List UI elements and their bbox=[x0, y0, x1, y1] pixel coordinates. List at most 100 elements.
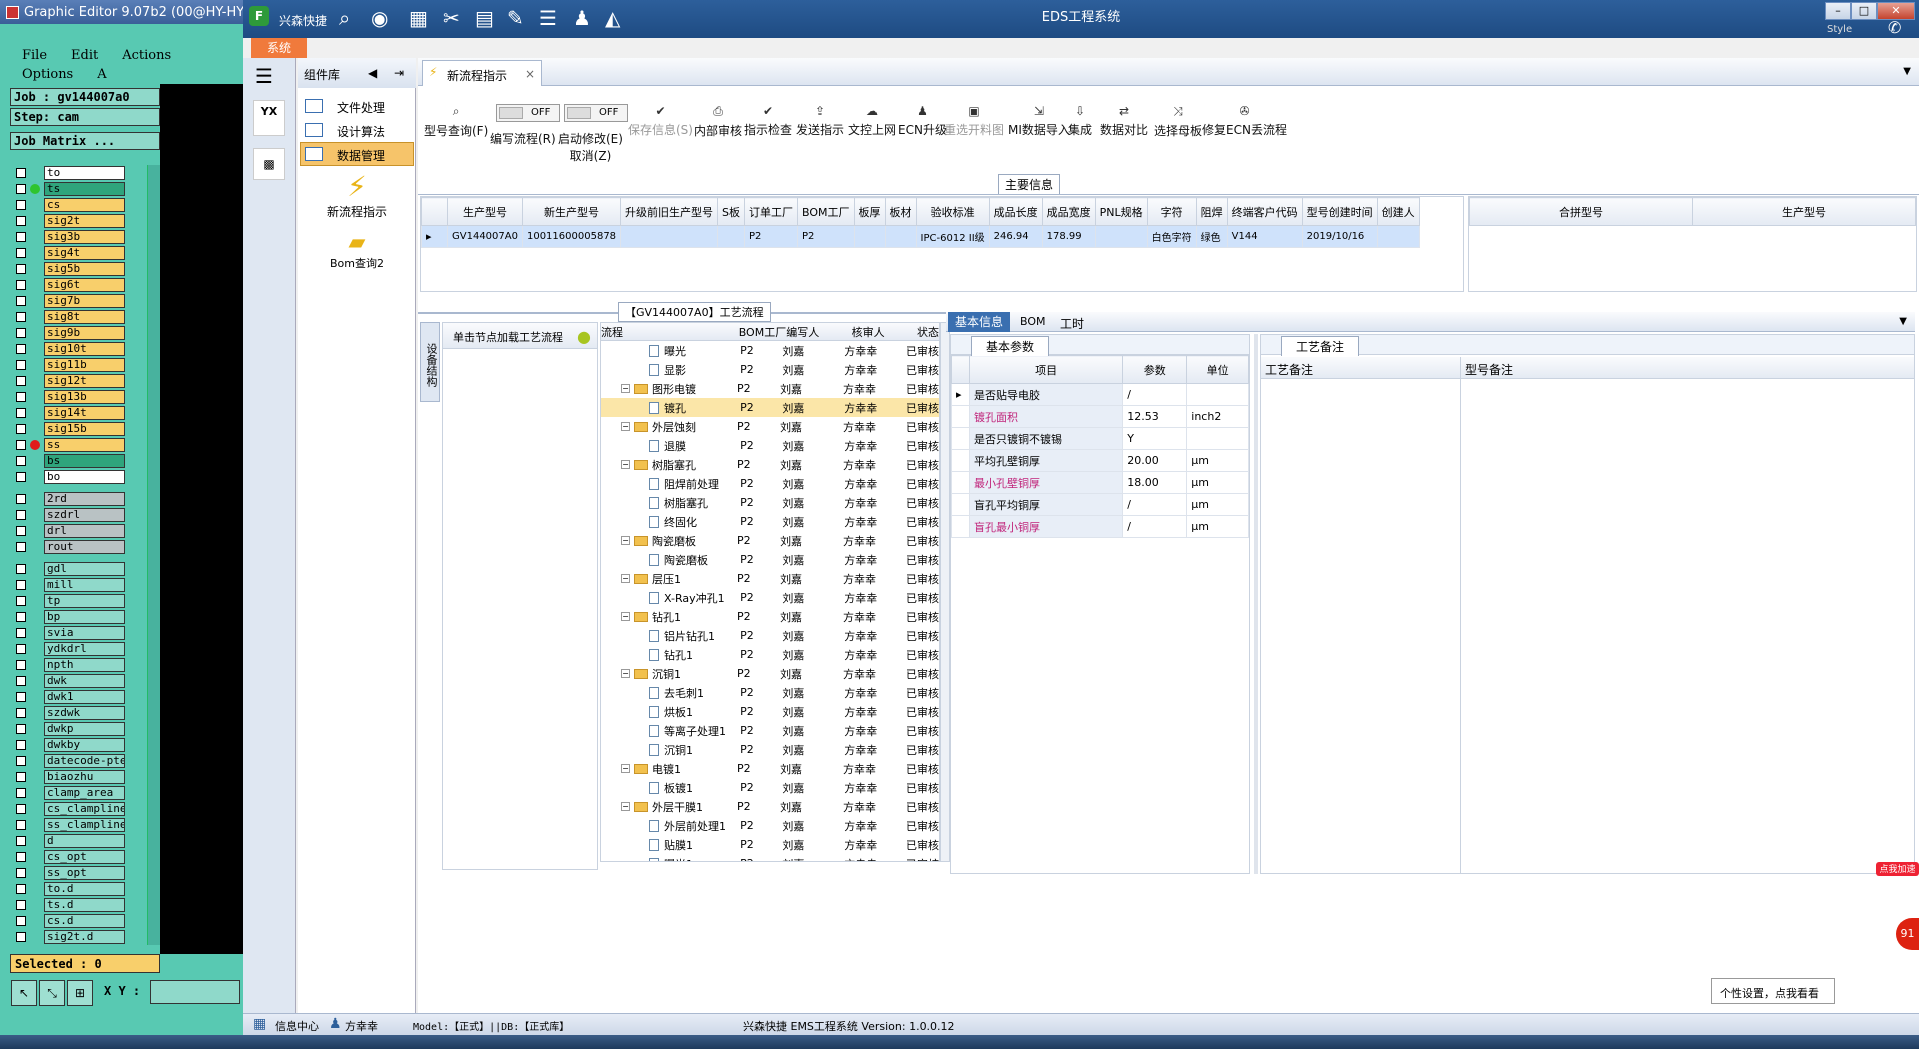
table-row[interactable]: ▸ 是否贴导电胶 / bbox=[951, 383, 1249, 406]
layer-checkbox[interactable] bbox=[16, 756, 26, 766]
expand-toggle-icon[interactable]: − bbox=[621, 574, 630, 583]
measure-tool-icon[interactable]: ⤡ bbox=[39, 980, 65, 1006]
layer-row[interactable]: sig2t.d bbox=[10, 929, 160, 945]
layer-name[interactable]: npth bbox=[44, 658, 125, 672]
layer-checkbox[interactable] bbox=[16, 612, 26, 622]
tree-row[interactable]: 沉铜1 P2 刘嘉 方幸幸 已审核 bbox=[601, 740, 939, 759]
ribbon-button-2[interactable]: 启动修改(E) 取消(Z) bbox=[558, 130, 623, 164]
column-header[interactable]: 项目 bbox=[968, 355, 1124, 384]
layer-row[interactable]: biaozhu bbox=[10, 769, 160, 785]
layer-checkbox[interactable] bbox=[16, 852, 26, 862]
layer-checkbox[interactable] bbox=[16, 440, 26, 450]
table-row[interactable]: 镀孔面积 12.53 inch2 bbox=[951, 405, 1249, 428]
layer-row[interactable]: dwkby bbox=[10, 737, 160, 753]
windows-grid-icon[interactable]: ▦ bbox=[253, 1016, 266, 1032]
layer-checkbox[interactable] bbox=[16, 510, 26, 520]
column-header[interactable]: 成品宽度 bbox=[1041, 197, 1096, 226]
layer-name[interactable]: drl bbox=[44, 524, 125, 538]
layer-checkbox[interactable] bbox=[16, 644, 26, 654]
layer-name[interactable]: sig12t bbox=[44, 374, 125, 388]
layer-row[interactable]: npth bbox=[10, 657, 160, 673]
menu-edit[interactable]: Edit bbox=[71, 48, 98, 63]
layer-checkbox[interactable] bbox=[16, 200, 26, 210]
tree-row[interactable]: − 图形电镀 P2 刘嘉 方幸幸 已审核 bbox=[601, 379, 939, 398]
layer-name[interactable]: gdl bbox=[44, 562, 125, 576]
param-value[interactable]: / bbox=[1122, 493, 1188, 516]
layer-checkbox[interactable] bbox=[16, 676, 26, 686]
tree-row[interactable]: 陶瓷磨板 P2 刘嘉 方幸幸 已审核 bbox=[601, 550, 939, 569]
layer-name[interactable]: sig3b bbox=[44, 230, 125, 244]
layer-name[interactable]: sig13b bbox=[44, 390, 125, 404]
layer-row[interactable]: ydkdrl bbox=[10, 641, 160, 657]
table-cell[interactable] bbox=[1094, 225, 1148, 248]
ribbon-button-13[interactable]: ⤨ 选择母板 bbox=[1154, 104, 1202, 139]
zoom-tool-icon[interactable]: ↖ bbox=[11, 980, 37, 1006]
layer-checkbox[interactable] bbox=[16, 424, 26, 434]
ribbon-label-secondary[interactable]: 取消(Z) bbox=[558, 147, 623, 164]
layer-checkbox[interactable] bbox=[16, 248, 26, 258]
layer-checkbox[interactable] bbox=[16, 494, 26, 504]
table-cell[interactable]: V144 bbox=[1226, 225, 1303, 248]
layer-row[interactable]: ss_opt bbox=[10, 865, 160, 881]
layer-name[interactable]: 2rd bbox=[44, 492, 125, 506]
ribbon-button-7[interactable]: ☁ 文控上网 bbox=[848, 104, 896, 138]
layer-name[interactable]: sig5b bbox=[44, 262, 125, 276]
expand-toggle-icon[interactable]: − bbox=[621, 669, 630, 678]
tab-bom[interactable]: BOM bbox=[1020, 315, 1046, 328]
ribbon-button-11[interactable]: ⇩ 集成 bbox=[1068, 104, 1092, 138]
layer-name[interactable]: bs bbox=[44, 454, 125, 468]
ribbon-button-10[interactable]: ⇲ MI数据导入 bbox=[1008, 104, 1070, 138]
column-header[interactable]: 生产型号 bbox=[447, 197, 523, 226]
layer-checkbox[interactable] bbox=[16, 408, 26, 418]
layer-checkbox[interactable] bbox=[16, 376, 26, 386]
table-row[interactable]: 盲孔平均铜厚 / μm bbox=[951, 493, 1249, 516]
info-center-label[interactable]: 信息中心 bbox=[275, 1018, 319, 1034]
layer-row[interactable]: sig10t bbox=[10, 341, 160, 357]
comp-item-data-management[interactable]: 数据管理 bbox=[300, 142, 414, 166]
tree-row[interactable]: 钻孔1 P2 刘嘉 方幸幸 已审核 bbox=[601, 645, 939, 664]
layer-checkbox[interactable] bbox=[16, 916, 26, 926]
ribbon-button-3[interactable]: ✔ 保存信息(S) bbox=[628, 104, 693, 138]
table-cell[interactable] bbox=[1376, 225, 1420, 248]
layer-row[interactable]: ss_clampline bbox=[10, 817, 160, 833]
param-value[interactable]: / bbox=[1122, 383, 1188, 406]
header-status[interactable]: 状态 bbox=[917, 324, 939, 340]
column-header[interactable]: BOM工厂 bbox=[797, 197, 855, 226]
model-notes-textarea[interactable] bbox=[1461, 379, 1912, 871]
layer-row[interactable]: sig4t bbox=[10, 245, 160, 261]
tree-row[interactable]: 外层前处理1 P2 刘嘉 方幸幸 已审核 bbox=[601, 816, 939, 835]
layer-name[interactable]: sig11b bbox=[44, 358, 125, 372]
comp-item-file-processing[interactable]: 文件处理 bbox=[300, 94, 414, 118]
table-cell[interactable] bbox=[717, 225, 746, 248]
launcher-new-flow[interactable]: ⚡ 新流程指示 bbox=[298, 170, 416, 220]
tree-row[interactable]: − 层压1 P2 刘嘉 方幸幸 已审核 bbox=[601, 569, 939, 588]
layer-row[interactable]: gdl bbox=[10, 561, 160, 577]
column-header[interactable]: 验收标准 bbox=[915, 197, 990, 226]
column-header[interactable]: 单位 bbox=[1186, 355, 1249, 384]
comp-item-design-algorithm[interactable]: 设计算法 bbox=[300, 118, 414, 142]
layer-name[interactable]: rout bbox=[44, 540, 125, 554]
layer-name[interactable]: sig4t bbox=[44, 246, 125, 260]
layer-name[interactable]: szdrl bbox=[44, 508, 125, 522]
toggle-switch[interactable]: OFF bbox=[564, 104, 628, 122]
tree-row[interactable]: − 钻孔1 P2 刘嘉 方幸幸 已审核 bbox=[601, 607, 939, 626]
layer-row[interactable]: ts bbox=[10, 181, 160, 197]
layer-row[interactable]: mill bbox=[10, 577, 160, 593]
tree-row[interactable]: 镀孔 P2 刘嘉 方幸幸 已审核 bbox=[601, 398, 939, 417]
layer-row[interactable]: bp bbox=[10, 609, 160, 625]
tree-row[interactable]: 曝光1 P2刘嘉方幸幸已审核 bbox=[601, 854, 939, 861]
table-cell[interactable]: 246.94 bbox=[988, 225, 1043, 248]
layer-row[interactable]: sig12t bbox=[10, 373, 160, 389]
phone-icon[interactable]: ✆ bbox=[1888, 18, 1901, 37]
table-row[interactable]: 最小孔壁铜厚 18.00 μm bbox=[951, 471, 1249, 494]
column-header[interactable]: 板材 bbox=[884, 197, 917, 226]
grid-tool-icon[interactable]: ⊞ bbox=[67, 980, 93, 1006]
layer-row[interactable]: dwkp bbox=[10, 721, 160, 737]
layer-name[interactable]: sig7b bbox=[44, 294, 125, 308]
layer-row[interactable]: bs bbox=[10, 453, 160, 469]
layer-name[interactable]: ss_opt bbox=[44, 866, 125, 880]
column-header[interactable]: 参数 bbox=[1122, 355, 1188, 384]
tree-row[interactable]: 去毛刺1 P2 刘嘉 方幸幸 已审核 bbox=[601, 683, 939, 702]
menu-file[interactable]: File bbox=[22, 48, 47, 63]
layer-checkbox[interactable] bbox=[16, 328, 26, 338]
